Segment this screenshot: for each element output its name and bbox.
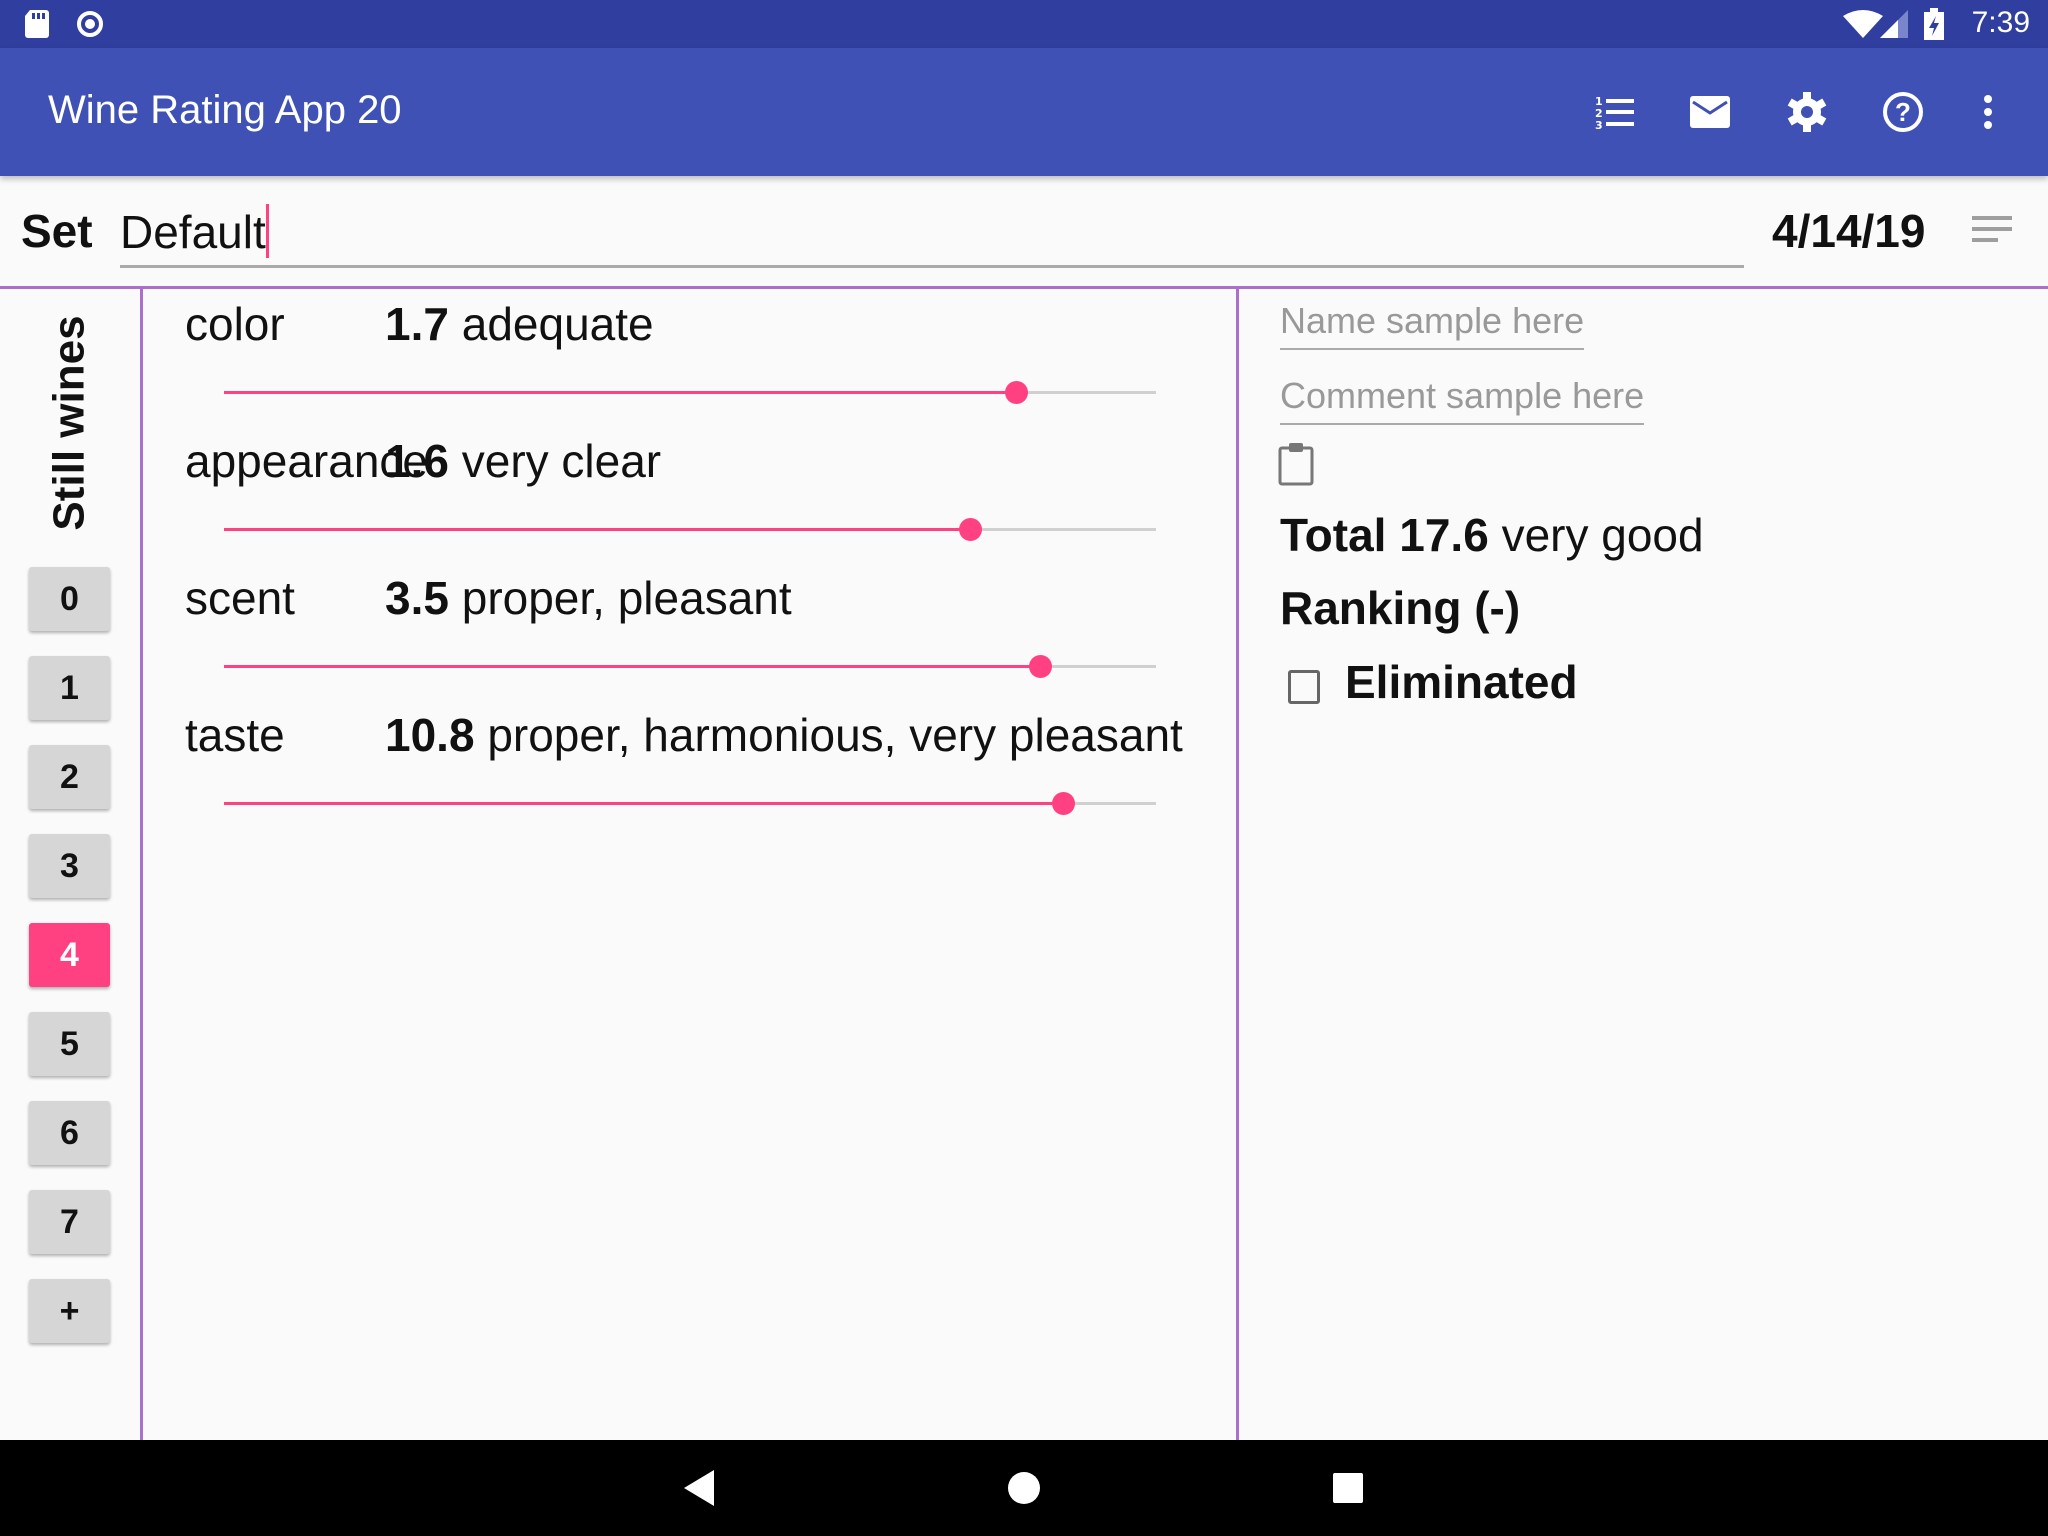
slider-fill bbox=[224, 665, 1040, 668]
criterion-slider[interactable] bbox=[224, 518, 1156, 541]
mail-icon[interactable] bbox=[1678, 80, 1742, 144]
wine-button[interactable]: 0 bbox=[29, 567, 110, 631]
name-input[interactable]: Name sample here bbox=[1280, 300, 1585, 350]
criterion-color: color 1.7 adequate bbox=[185, 297, 654, 351]
criterion-taste: taste 10.8 proper, harmonious, very pleas… bbox=[185, 708, 1183, 762]
total: Total 17.6 very good bbox=[1280, 509, 1704, 561]
settings-gear-icon[interactable] bbox=[1775, 80, 1839, 144]
criterion-slider[interactable] bbox=[224, 381, 1156, 404]
navigation-bar bbox=[0, 1440, 2048, 1536]
wine-button[interactable]: 7 bbox=[29, 1190, 110, 1254]
home-icon[interactable] bbox=[1008, 1472, 1040, 1504]
criterion-scent: scent 3.5 proper, pleasant bbox=[185, 571, 792, 625]
svg-text:3: 3 bbox=[1595, 119, 1603, 129]
wine-button[interactable]: 2 bbox=[29, 745, 110, 809]
eliminated-label[interactable]: Eliminated bbox=[1345, 655, 1578, 709]
slider-fill bbox=[224, 528, 970, 531]
comment-input[interactable]: Comment sample here bbox=[1280, 375, 1645, 425]
divider bbox=[0, 286, 2048, 289]
signal-icon bbox=[1880, 10, 1908, 38]
clock: 7:39 bbox=[1971, 6, 2030, 39]
recents-icon[interactable] bbox=[1333, 1473, 1363, 1503]
slider-fill bbox=[224, 802, 1063, 805]
criterion-score: 1.7 adequate bbox=[385, 298, 654, 350]
app-bar: Wine Rating App 20 123 ? bbox=[0, 48, 2048, 176]
set-label: Set bbox=[21, 205, 93, 257]
sd-card-icon bbox=[25, 10, 49, 38]
wine-button[interactable]: 3 bbox=[29, 834, 110, 898]
criterion-score: 3.5 proper, pleasant bbox=[385, 572, 792, 624]
ranking-list-icon[interactable]: 123 bbox=[1583, 80, 1647, 144]
status-bar: 7:39 bbox=[0, 0, 2048, 48]
set-name-input[interactable]: Default bbox=[120, 196, 1744, 268]
divider bbox=[140, 288, 143, 1440]
slider-fill bbox=[224, 391, 1017, 394]
wine-button[interactable]: 4 bbox=[29, 923, 110, 987]
ranking: Ranking (-) bbox=[1280, 582, 1521, 634]
add-wine-button[interactable]: + bbox=[29, 1279, 110, 1343]
sort-menu-icon[interactable] bbox=[1972, 216, 2012, 244]
criterion-label: scent bbox=[185, 572, 295, 624]
help-icon[interactable]: ? bbox=[1871, 80, 1935, 144]
criterion-slider[interactable] bbox=[224, 655, 1156, 678]
clipboard-icon[interactable] bbox=[1278, 442, 1314, 486]
app-title: Wine Rating App 20 bbox=[48, 88, 402, 132]
battery-charging-icon bbox=[1924, 8, 1944, 40]
wine-button[interactable]: 5 bbox=[29, 1012, 110, 1076]
divider bbox=[1236, 288, 1239, 1440]
text-cursor bbox=[265, 204, 269, 258]
svg-text:?: ? bbox=[1895, 97, 1911, 127]
sync-icon bbox=[77, 11, 103, 37]
criterion-score: 10.8 proper, harmonious, very pleasant bbox=[385, 709, 1183, 761]
slider-thumb[interactable] bbox=[1051, 792, 1075, 815]
eliminated-checkbox[interactable] bbox=[1288, 670, 1320, 704]
back-icon[interactable] bbox=[684, 1470, 716, 1506]
slider-thumb[interactable] bbox=[1005, 381, 1029, 404]
criterion-appearance: appearance 1.6 very clear bbox=[185, 434, 661, 488]
criterion-score: 1.6 very clear bbox=[385, 435, 662, 487]
wine-button[interactable]: 6 bbox=[29, 1101, 110, 1165]
set-name-value: Default bbox=[120, 206, 266, 258]
more-vert-icon[interactable] bbox=[1956, 80, 2020, 144]
criterion-label: taste bbox=[185, 709, 285, 761]
wifi-icon bbox=[1843, 10, 1883, 38]
criterion-label: color bbox=[185, 298, 285, 350]
slider-thumb[interactable] bbox=[958, 518, 982, 541]
criterion-slider[interactable] bbox=[224, 792, 1156, 815]
category-title: Still wines bbox=[45, 315, 95, 531]
slider-thumb[interactable] bbox=[1028, 655, 1052, 678]
wine-button[interactable]: 1 bbox=[29, 656, 110, 720]
set-date[interactable]: 4/14/19 bbox=[1772, 204, 1925, 258]
